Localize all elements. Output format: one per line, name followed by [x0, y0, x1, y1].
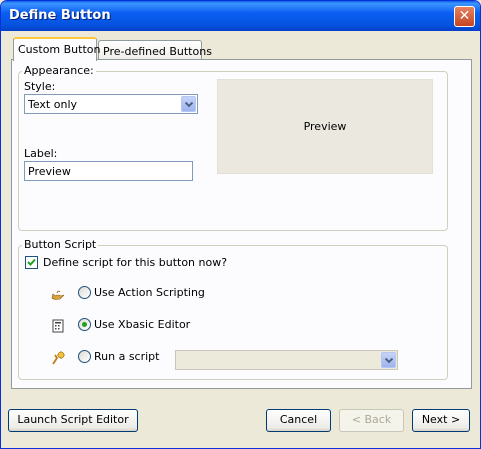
close-icon: ✕ — [458, 8, 471, 24]
run-a-script-radio[interactable] — [78, 350, 91, 363]
launch-script-editor-button[interactable]: Launch Script Editor — [8, 409, 138, 432]
use-action-scripting-label: Use Action Scripting — [94, 286, 205, 299]
next-button[interactable]: Next > — [412, 409, 470, 432]
label-label: Label: — [24, 147, 58, 160]
script-select[interactable] — [175, 350, 398, 370]
next-label: Next > — [421, 413, 461, 426]
label-input-value: Preview — [28, 165, 71, 178]
use-xbasic-editor-label: Use Xbasic Editor — [94, 318, 191, 331]
radio-selected-dot — [82, 322, 87, 327]
title-bar[interactable]: Define Button ✕ — [1, 1, 480, 31]
run-script-icon — [50, 350, 66, 366]
label-input[interactable]: Preview — [24, 161, 193, 181]
define-script-checkbox[interactable] — [25, 256, 38, 269]
xbasic-editor-icon — [50, 318, 66, 334]
checkmark-icon — [27, 258, 36, 266]
button-script-group-label: Button Script — [22, 238, 99, 251]
style-label: Style: — [24, 80, 56, 93]
style-select-value: Text only — [28, 98, 78, 111]
cancel-label: Cancel — [279, 413, 318, 426]
preview-text: Preview — [303, 120, 347, 133]
window-title: Define Button — [9, 8, 111, 23]
close-button[interactable]: ✕ — [454, 6, 475, 27]
tab-label: Pre-defined Buttons — [103, 45, 212, 58]
genie-lamp-icon — [50, 286, 66, 302]
script-dropdown-button[interactable] — [381, 352, 396, 368]
style-dropdown-button[interactable] — [181, 96, 196, 112]
run-a-script-label: Run a script — [94, 350, 160, 363]
use-action-scripting-radio[interactable] — [78, 286, 91, 299]
custom-button-panel: Appearance: Style: Text only Label: Prev… — [11, 59, 472, 389]
tab-custom-button[interactable]: Custom Button — [13, 37, 101, 61]
use-xbasic-editor-radio[interactable] — [78, 318, 91, 331]
define-button-dialog: Define Button ✕ Custom Button Pre-define… — [0, 0, 481, 449]
chevron-down-icon — [185, 102, 193, 108]
launch-script-editor-label: Launch Script Editor — [17, 413, 129, 426]
style-select[interactable]: Text only — [24, 94, 198, 114]
tab-label: Custom Button — [18, 43, 101, 56]
back-button[interactable]: < Back — [339, 409, 404, 432]
back-label: < Back — [351, 413, 392, 426]
chevron-down-icon — [385, 358, 393, 364]
define-script-label: Define script for this button now? — [43, 256, 228, 269]
cancel-button[interactable]: Cancel — [266, 409, 331, 432]
button-preview: Preview — [217, 79, 433, 174]
appearance-group-label: Appearance: — [22, 64, 96, 77]
